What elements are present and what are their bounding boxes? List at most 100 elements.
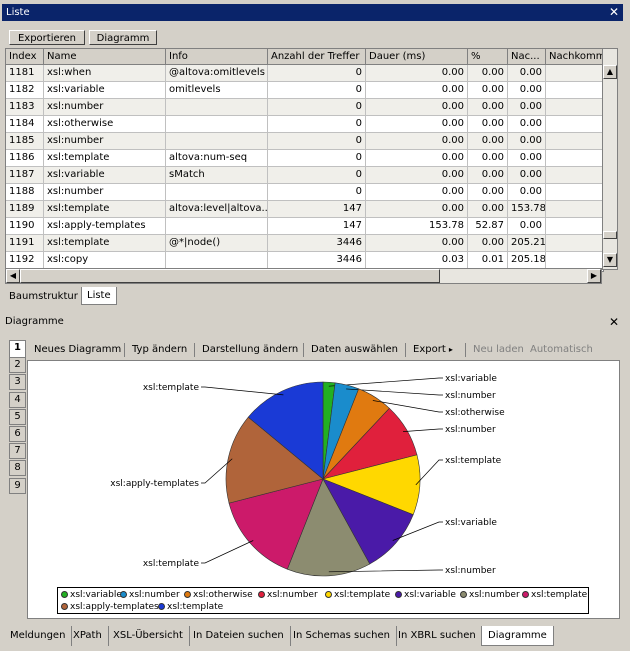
table-cell: xsl:variable	[44, 82, 166, 99]
table-cell: 0.00	[508, 99, 546, 116]
select-data-button[interactable]: Daten auswählen	[311, 342, 398, 358]
table-cell: 52.87	[468, 218, 508, 235]
table-cell: 0.00	[468, 167, 508, 184]
diagram-tab-9[interactable]: 9	[9, 477, 26, 494]
legend-swatch	[158, 603, 165, 610]
table-cell: 1187	[6, 167, 44, 184]
slice-label: xsl:template	[445, 456, 502, 466]
diagram-panel-header: Diagramme ✕	[5, 314, 619, 330]
bottom-tab[interactable]: In Dateien suchen	[187, 626, 291, 646]
slice-label: xsl:template	[143, 383, 200, 393]
table-cell	[546, 116, 603, 133]
auto-button[interactable]: Automatisch	[530, 342, 593, 358]
new-diagram-button[interactable]: Neues Diagramm	[34, 342, 121, 358]
table-cell	[546, 201, 603, 218]
diagram-tab-3[interactable]: 3	[9, 374, 26, 391]
table-cell: 0.00	[366, 150, 468, 167]
reload-button[interactable]: Neu laden	[473, 342, 524, 358]
legend-entry: xsl:template	[325, 589, 390, 602]
table-cell: 1183	[6, 99, 44, 116]
scroll-thumb-horizontal[interactable]	[20, 269, 440, 283]
diagram-tab-2[interactable]: 2	[9, 357, 26, 374]
vertical-scrollbar[interactable]: ▲ ▼	[602, 48, 618, 270]
table-cell: xsl:template	[44, 235, 166, 252]
table-cell: 0	[268, 65, 366, 82]
change-type-button[interactable]: Typ ändern	[132, 342, 187, 358]
column-header[interactable]: Info	[166, 49, 268, 65]
bottom-tab[interactable]: Meldungen	[4, 626, 73, 646]
table-cell: 0.00	[366, 235, 468, 252]
scroll-down-icon[interactable]: ▼	[603, 253, 617, 267]
close-icon[interactable]: ✕	[609, 314, 619, 330]
bottom-tab[interactable]: In Schemas suchen	[287, 626, 397, 646]
bottom-tab[interactable]: Diagramme	[481, 626, 554, 646]
table-cell	[166, 133, 268, 150]
legend-label: xsl:variable	[404, 590, 456, 600]
scroll-right-icon[interactable]: ▶	[587, 269, 601, 283]
table-cell: 0.00	[468, 116, 508, 133]
table-cell	[546, 82, 603, 99]
tab-baumstruktur[interactable]: Baumstruktur	[4, 288, 83, 306]
table-cell: xsl:number	[44, 133, 166, 150]
table-cell: 1188	[6, 184, 44, 201]
table-cell: 0.00	[366, 116, 468, 133]
table-cell: 1182	[6, 82, 44, 99]
legend-swatch	[460, 591, 467, 598]
column-header[interactable]: Index	[6, 49, 44, 65]
table-cell: xsl:apply-templates	[44, 218, 166, 235]
toolbar-separator	[194, 343, 195, 357]
export-menu-button[interactable]: Export ▸	[413, 342, 453, 358]
table-cell: 0.00	[468, 82, 508, 99]
legend-swatch	[325, 591, 332, 598]
diagram-tab-7[interactable]: 7	[9, 443, 26, 460]
table-cell: 0.03	[366, 252, 468, 269]
legend-entry: xsl:number	[258, 589, 318, 602]
table-cell: @altova:omitlevels	[166, 65, 268, 82]
table-cell: 205.18	[508, 252, 546, 269]
legend-label: xsl:otherwise	[193, 590, 253, 600]
slice-leader-line	[403, 428, 443, 433]
change-appearance-button[interactable]: Darstellung ändern	[202, 342, 298, 358]
tab-liste[interactable]: Liste	[81, 287, 117, 305]
horizontal-scrollbar[interactable]: ◀ ▶	[5, 268, 602, 284]
legend-entry: xsl:variable	[395, 589, 456, 602]
column-header[interactable]: Name	[44, 49, 166, 65]
close-icon[interactable]: ✕	[609, 4, 619, 21]
table-cell: 0.01	[468, 252, 508, 269]
caret-right-icon: ▸	[448, 345, 453, 354]
table-cell: 0.00	[508, 133, 546, 150]
table-cell: xsl:number	[44, 184, 166, 201]
diagram-tab-6[interactable]: 6	[9, 426, 26, 442]
legend-swatch	[120, 591, 127, 598]
table-cell: xsl:otherwise	[44, 116, 166, 133]
column-header[interactable]: Nac...	[508, 49, 546, 65]
bottom-tab[interactable]: XSL-Übersicht	[107, 626, 190, 646]
table-cell: @*|node()	[166, 235, 268, 252]
bottom-tab[interactable]: In XBRL suchen	[392, 626, 483, 646]
table-cell: xsl:template	[44, 150, 166, 167]
scroll-thumb[interactable]	[603, 231, 617, 239]
scroll-up-icon[interactable]: ▲	[603, 65, 617, 79]
column-header[interactable]: Nachkommen (	[546, 49, 603, 65]
toolbar-separator	[465, 343, 466, 357]
diagram-button[interactable]: Diagramm	[89, 30, 157, 45]
column-header[interactable]: %	[468, 49, 508, 65]
diagram-tab-4[interactable]: 4	[9, 391, 26, 408]
table-cell: 1184	[6, 116, 44, 133]
table-cell: 0	[268, 184, 366, 201]
bottom-tab[interactable]: XPath	[67, 626, 109, 646]
column-header[interactable]: Dauer (ms)	[366, 49, 468, 65]
chart-legend: xsl:variable xsl:number xsl:otherwise xsl:n…	[57, 587, 589, 614]
table-cell: 1189	[6, 201, 44, 218]
diagram-tab-5[interactable]: 5	[9, 408, 26, 425]
column-header[interactable]: Anzahl der Treffer	[268, 49, 366, 65]
legend-swatch	[522, 591, 529, 598]
export-button[interactable]: Exportieren	[9, 30, 85, 45]
scroll-left-icon[interactable]: ◀	[6, 269, 20, 283]
slice-label: xsl:otherwise	[445, 408, 505, 418]
table-cell: 0.00	[508, 218, 546, 235]
slice-label: xsl:number	[445, 425, 496, 435]
table-cell: 0.00	[468, 133, 508, 150]
table-cell: 0.00	[508, 65, 546, 82]
diagram-tab-8[interactable]: 8	[9, 460, 26, 477]
